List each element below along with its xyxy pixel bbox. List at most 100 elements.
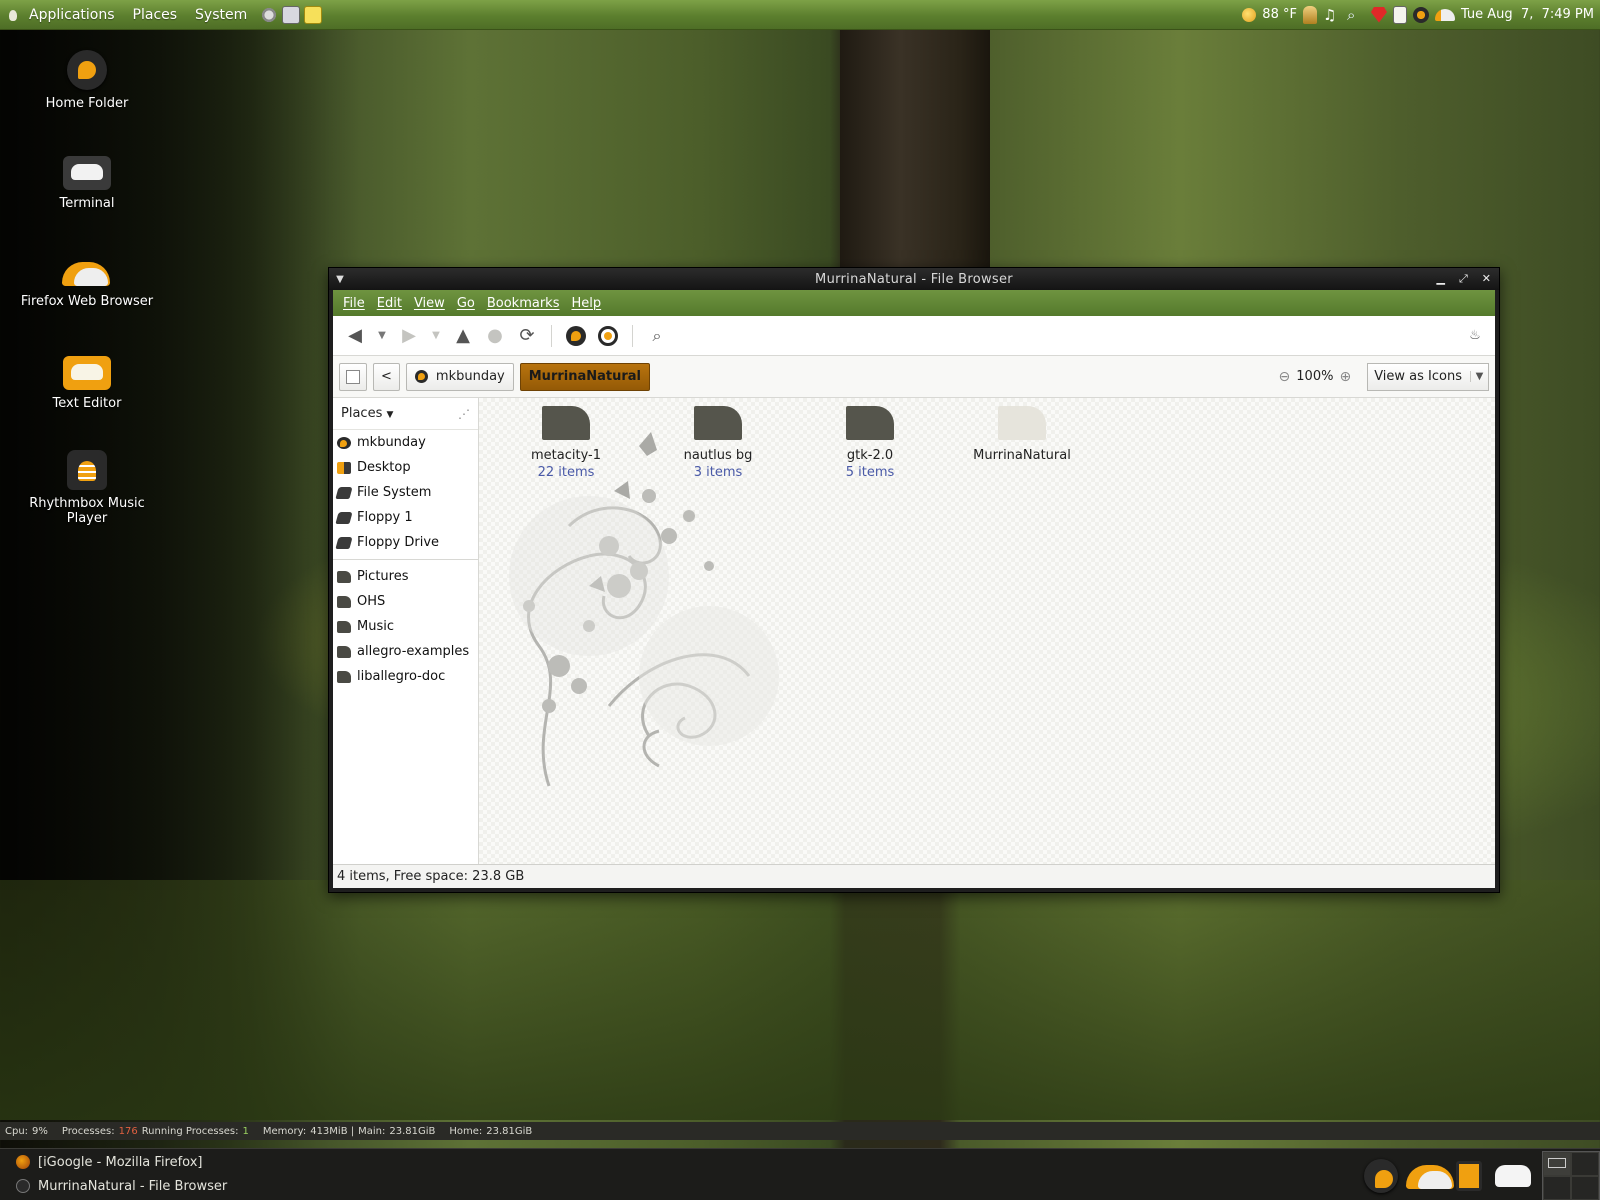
applications-menu[interactable]: Applications (20, 7, 124, 23)
firefox-launcher[interactable] (1406, 1156, 1454, 1196)
weather-temp[interactable]: 88 °F (1262, 7, 1297, 22)
ruby-icon[interactable] (1370, 6, 1387, 23)
forward-history-chevron-icon[interactable]: ▼ (427, 322, 445, 350)
folder-icon (337, 670, 351, 683)
forward-arrow-icon[interactable]: ▶ (395, 322, 423, 350)
user-icon[interactable] (1302, 5, 1317, 24)
sidebar-item-ohs[interactable]: OHS (333, 589, 478, 614)
sidebar-item-allegro-examples[interactable]: allegro-examples (333, 639, 478, 664)
view-mode-select[interactable]: View as Icons ▼ (1367, 362, 1489, 391)
desktop-icon-label: Text Editor (52, 396, 122, 411)
folder-icon (337, 645, 351, 658)
workspace-switcher[interactable] (1542, 1151, 1600, 1200)
stop-icon[interactable]: ● (481, 322, 509, 350)
clipboard-icon[interactable] (1392, 5, 1407, 24)
desktop-icon-rhythmbox[interactable]: Rhythmbox Music Player (12, 450, 162, 526)
terminal-icon (1495, 1165, 1531, 1187)
window-menu-icon[interactable]: ▼ (329, 274, 351, 285)
window-client: File Edit View Go Bookmarks Help ◀ ▼ ▶ ▼… (333, 290, 1495, 888)
maximize-icon[interactable]: ⤢ (1459, 272, 1468, 286)
clock[interactable]: Tue Aug 7, 7:49 PM (1461, 7, 1594, 22)
folder-icon (542, 406, 590, 440)
file-item-gtk-2-0[interactable]: gtk-2.0 5 items (795, 406, 945, 480)
system-menu[interactable]: System (186, 7, 256, 23)
places-menu[interactable]: Places (124, 7, 187, 23)
cpu-label: Cpu: (5, 1125, 29, 1137)
menu-edit[interactable]: Edit (371, 296, 408, 311)
home-button[interactable] (562, 322, 590, 350)
desktop-icon-firefox[interactable]: Firefox Web Browser (12, 258, 162, 309)
help-launcher-icon[interactable] (282, 5, 301, 24)
computer-button[interactable] (594, 322, 622, 350)
minimize-icon[interactable]: ▁ (1437, 272, 1445, 286)
search-icon[interactable]: ⌕ (643, 322, 671, 350)
toolbar-separator (632, 324, 633, 347)
toggle-location-entry-button[interactable] (339, 362, 367, 391)
home-icon (67, 50, 107, 90)
file-item-nautlus-bg[interactable]: nautlus bg 3 items (643, 406, 793, 480)
sidebar-item-label: Pictures (357, 569, 409, 584)
sidebar-item-file-system[interactable]: File System (333, 480, 478, 505)
file-item-metacity-1[interactable]: metacity-1 22 items (491, 406, 641, 480)
sidebar-item-floppy-drive[interactable]: Floppy Drive (333, 530, 478, 555)
workspace-3[interactable] (1543, 1176, 1571, 1200)
search-icon[interactable]: ⌕ (1347, 6, 1365, 24)
up-arrow-icon[interactable]: ▲ (449, 322, 477, 350)
zoom-in-icon[interactable]: ⊕ (1339, 369, 1351, 385)
weather-icon[interactable] (1242, 7, 1257, 22)
workspace-2[interactable] (1571, 1152, 1599, 1176)
file-name: metacity-1 (530, 448, 601, 463)
menu-file[interactable]: File (337, 296, 371, 311)
notes-launcher-icon[interactable] (304, 5, 323, 24)
places-sidebar: Places ▼ ⋰ mkbunday Desktop File System … (333, 398, 479, 864)
firefox-tray-icon[interactable] (1434, 8, 1455, 21)
sidebar-item-liballegro-doc[interactable]: liballegro-doc (333, 664, 478, 689)
window-titlebar[interactable]: ▼ MurrinaNatural - File Browser ▁ ⤢ ✕ (329, 268, 1499, 290)
icon-view[interactable]: metacity-1 22 items nautlus bg 3 items g… (479, 398, 1495, 864)
desktop-icon (337, 461, 351, 474)
location-bar: < mkbunday MurrinaNatural ⊖ 100% ⊕ View … (333, 356, 1495, 398)
zoom-out-icon[interactable]: ⊖ (1279, 369, 1291, 385)
sidebar-pane-select[interactable]: Places ▼ (341, 406, 393, 421)
workspace-4[interactable] (1571, 1176, 1599, 1200)
sidebar-item-floppy-1[interactable]: Floppy 1 (333, 505, 478, 530)
rhythmbox-icon (67, 450, 107, 490)
taskbar-item-firefox[interactable]: [iGoogle - Mozilla Firefox] (16, 1151, 203, 1173)
sidebar-item-music[interactable]: Music (333, 614, 478, 639)
path-scroll-left-button[interactable]: < (373, 362, 400, 391)
home-launcher[interactable] (1362, 1156, 1400, 1196)
desktop-icon-home-folder[interactable]: Home Folder (12, 50, 162, 111)
settings-launcher-icon[interactable] (260, 5, 279, 24)
zoom-level[interactable]: 100% (1296, 369, 1333, 384)
sidebar-item-mkbunday[interactable]: mkbunday (333, 430, 478, 455)
menu-bookmarks[interactable]: Bookmarks (481, 296, 566, 311)
sidebar-item-desktop[interactable]: Desktop (333, 455, 478, 480)
terminal-launcher[interactable] (1494, 1156, 1532, 1196)
music-note-icon[interactable]: ♫ (1323, 6, 1341, 24)
sidebar-close-icon[interactable]: ⋰ (458, 407, 470, 421)
processes-value: 176 (118, 1125, 138, 1137)
file-item-murrinanatural[interactable]: MurrinaNatural (947, 406, 1097, 465)
taskbar-item-label: MurrinaNatural - File Browser (38, 1178, 228, 1194)
home-icon (566, 325, 586, 346)
back-history-chevron-icon[interactable]: ▼ (373, 322, 391, 350)
bookmark-launcher[interactable] (1450, 1156, 1488, 1196)
gnome-foot-icon[interactable] (6, 7, 20, 23)
menu-go[interactable]: Go (451, 296, 481, 311)
taskbar-item-file-browser[interactable]: MurrinaNatural - File Browser (16, 1175, 227, 1197)
workspace-1[interactable] (1543, 1152, 1571, 1176)
back-arrow-icon[interactable]: ◀ (341, 322, 369, 350)
menu-help[interactable]: Help (565, 296, 607, 311)
reload-icon[interactable]: ⟳ (513, 322, 541, 350)
desktop-icon-text-editor[interactable]: Text Editor (12, 356, 162, 411)
close-icon[interactable]: ✕ (1482, 272, 1491, 286)
path-crumb-murrinanatural[interactable]: MurrinaNatural (519, 362, 651, 391)
path-crumb-mkbunday[interactable]: mkbunday (405, 362, 514, 391)
rhythmbox-tray-icon[interactable] (1412, 6, 1429, 23)
folder-icon (998, 406, 1046, 440)
menu-view[interactable]: View (408, 296, 451, 311)
drive-icon (335, 511, 353, 524)
sidebar-item-pictures[interactable]: Pictures (333, 564, 478, 589)
desktop-icon-terminal[interactable]: Terminal (12, 156, 162, 211)
file-name: nautlus bg (683, 448, 753, 463)
